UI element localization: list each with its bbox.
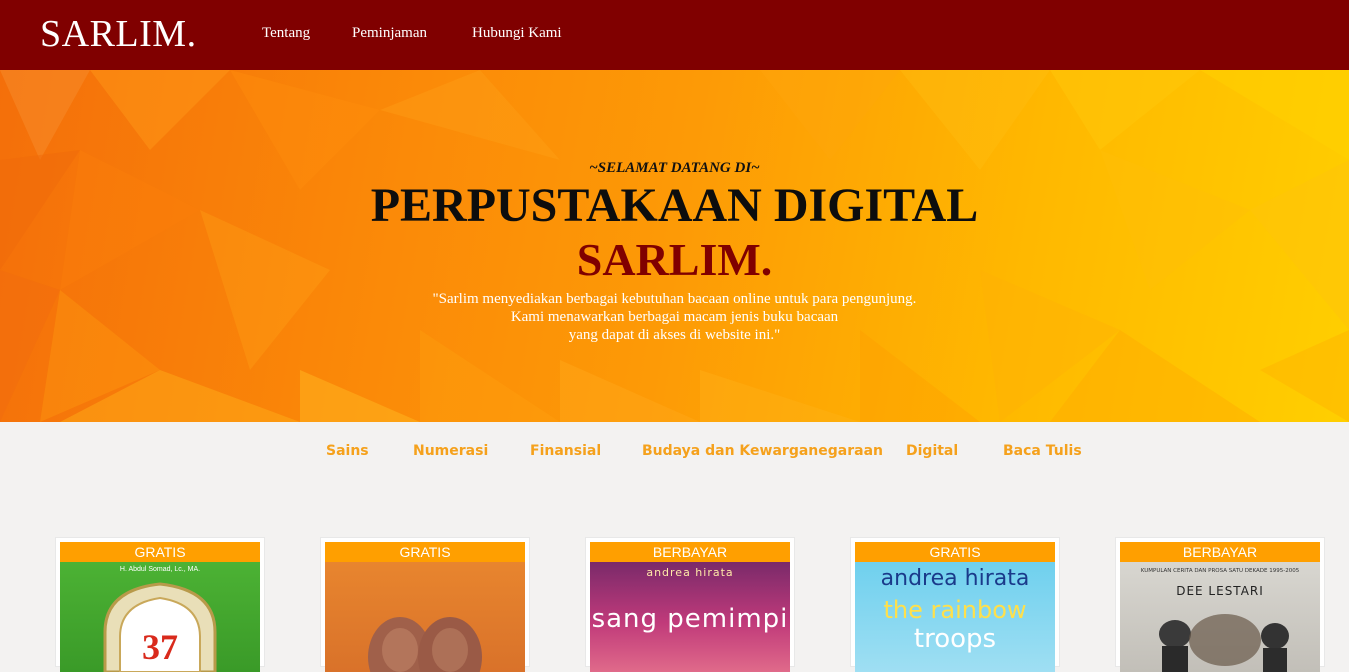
book-card[interactable]: GRATIS [320, 537, 530, 672]
nav-link-tentang[interactable]: Tentang [262, 25, 310, 42]
category-numerasi[interactable]: Numerasi [413, 443, 488, 459]
cover-title: troops [913, 624, 997, 654]
cover-title: the rainbow [883, 596, 1027, 624]
category-sains[interactable]: Sains [326, 443, 369, 459]
cover-number: 37 [142, 627, 178, 667]
hero-greeting: ~SELAMAT DATANG DI~ [589, 160, 760, 176]
category-finansial[interactable]: Finansial [530, 443, 601, 459]
book-card[interactable]: GRATIS andrea hirata the rainbow troops [850, 537, 1060, 672]
book-cover: KUMPULAN CERITA DAN PROSA SATU DEKADE 19… [1120, 562, 1320, 672]
nav-link-hubungi-kami[interactable]: Hubungi Kami [472, 25, 562, 42]
brand-logo[interactable]: SARLIM. [40, 12, 197, 56]
price-badge: BERBAYAR [1120, 542, 1320, 562]
hero-banner: ~SELAMAT DATANG DI~ PERPUSTAKAAN DIGITAL… [0, 70, 1349, 422]
category-nav: Sains Numerasi Finansial Budaya dan Kewa… [0, 443, 1349, 463]
cover-author: andrea hirata [880, 566, 1030, 591]
hero-description: "Sarlim menyediakan berbagai kebutuhan b… [0, 290, 1349, 344]
book-card[interactable]: BERBAYAR KUMPULAN CERITA DAN PROSA SATU … [1115, 537, 1325, 672]
hero-title: PERPUSTAKAAN DIGITAL [370, 179, 979, 232]
price-badge: GRATIS [325, 542, 525, 562]
category-digital[interactable]: Digital [906, 443, 958, 459]
book-card[interactable]: BERBAYAR andrea hirata sang pemimpi [585, 537, 795, 672]
hero-description-line: yang dapat di akses di website ini." [568, 327, 781, 343]
category-budaya-dan-kewarganegaraan[interactable]: Budaya dan Kewarganegaraan [642, 443, 883, 459]
cover-shoes-illustration [368, 617, 482, 672]
cover-author: andrea hirata [646, 566, 734, 579]
category-baca-tulis[interactable]: Baca Tulis [1003, 443, 1082, 459]
cover-figures-illustration [1159, 614, 1289, 672]
book-cover: H. Abdul Somad, Lc., MA. 37 [60, 562, 260, 672]
price-badge: GRATIS [60, 542, 260, 562]
book-card[interactable]: GRATIS H. Abdul Somad, Lc., MA. 37 [55, 537, 265, 672]
hero-description-line: Kami menawarkan berbagai macam jenis buk… [510, 309, 839, 325]
book-cover [325, 562, 525, 672]
hero-brand: SARLIM. [576, 234, 773, 285]
top-navbar: SARLIM. Tentang Peminjaman Hubungi Kami [0, 0, 1349, 70]
price-badge: GRATIS [855, 542, 1055, 562]
nav-link-peminjaman[interactable]: Peminjaman [352, 25, 427, 42]
book-cover: andrea hirata the rainbow troops [855, 562, 1055, 672]
cover-title: sang pemimpi [591, 604, 789, 634]
price-badge: BERBAYAR [590, 542, 790, 562]
book-cover: andrea hirata sang pemimpi [590, 562, 790, 672]
hero-description-line: "Sarlim menyediakan berbagai kebutuhan b… [432, 291, 917, 307]
